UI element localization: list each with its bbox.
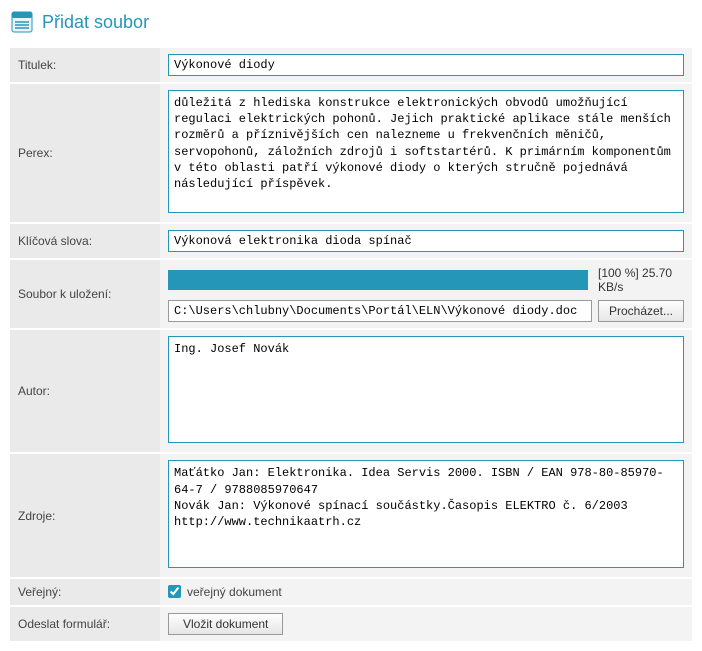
row-autor: Autor: Ing. Josef Novák — [10, 329, 692, 453]
row-titulek: Titulek: — [10, 47, 692, 83]
textarea-perex[interactable]: důležitá z hlediska konstrukce elektroni… — [168, 90, 684, 213]
input-klicova-slova[interactable] — [168, 230, 684, 252]
file-input-row: Procházet... — [168, 300, 684, 322]
upload-progress-bar — [168, 270, 588, 290]
row-soubor: Soubor k uložení: [100 %] 25.70 KB/s Pro… — [10, 259, 692, 329]
row-odeslat: Odeslat formulář: Vložit dokument — [10, 606, 692, 641]
label-autor: Autor: — [10, 329, 160, 453]
checkbox-verejny[interactable] — [168, 585, 181, 598]
upload-percent: [100 %] — [598, 266, 639, 280]
browse-button[interactable]: Procházet... — [598, 300, 684, 322]
label-klicova-slova: Klíčová slova: — [10, 223, 160, 259]
submit-button[interactable]: Vložit dokument — [168, 613, 283, 635]
row-verejny: Veřejný: veřejný dokument — [10, 578, 692, 606]
label-soubor: Soubor k uložení: — [10, 259, 160, 329]
label-verejny: Veřejný: — [10, 578, 160, 606]
label-zdroje: Zdroje: — [10, 453, 160, 577]
form-header: Přidat soubor — [10, 10, 692, 46]
upload-progress-text: [100 %] 25.70 KB/s — [598, 266, 684, 294]
document-icon — [10, 10, 34, 34]
row-perex: Perex: důležitá z hlediska konstrukce el… — [10, 83, 692, 223]
label-odeslat: Odeslat formulář: — [10, 606, 160, 641]
label-perex: Perex: — [10, 83, 160, 223]
input-file-path[interactable] — [168, 300, 592, 322]
form-table: Titulek: Perex: důležitá z hlediska kons… — [10, 46, 692, 641]
public-checkbox-row: veřejný dokument — [168, 585, 684, 599]
input-titulek[interactable] — [168, 54, 684, 76]
row-zdroje: Zdroje: Maťátko Jan: Elektronika. Idea S… — [10, 453, 692, 577]
textarea-autor[interactable]: Ing. Josef Novák — [168, 336, 684, 443]
textarea-zdroje[interactable]: Maťátko Jan: Elektronika. Idea Servis 20… — [168, 460, 684, 567]
checkbox-verejny-label: veřejný dokument — [187, 585, 282, 599]
upload-progress-row: [100 %] 25.70 KB/s — [168, 266, 684, 294]
page-title: Přidat soubor — [42, 12, 149, 33]
label-titulek: Titulek: — [10, 47, 160, 83]
row-klicova-slova: Klíčová slova: — [10, 223, 692, 259]
form-container: Přidat soubor Titulek: Perex: důležitá z… — [0, 0, 702, 651]
